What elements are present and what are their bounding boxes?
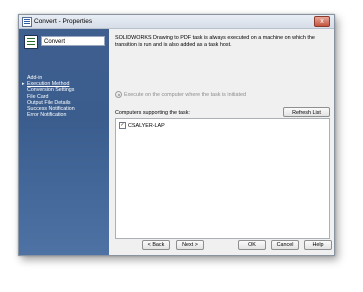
window-title: Convert - Properties	[34, 18, 93, 25]
list-item[interactable]: ✓ CSALYER-LAP	[119, 122, 165, 129]
computer-checkbox[interactable]: ✓	[119, 122, 126, 129]
main-panel: SOLIDWORKS Drawing to PDF task is always…	[110, 29, 334, 255]
back-button[interactable]: < Back	[142, 240, 170, 250]
task-checklist-icon	[24, 35, 38, 49]
next-button[interactable]: Next >	[176, 240, 204, 250]
computer-name: CSALYER-LAP	[128, 122, 165, 129]
cancel-button[interactable]: Cancel	[271, 240, 299, 250]
sidebar-nav: Add-in Execution Method Conversion Setti…	[22, 75, 75, 118]
sidebar: Convert Add-in Execution Method Conversi…	[19, 29, 109, 255]
close-button[interactable]: x	[314, 16, 330, 27]
properties-dialog: Convert - Properties x Convert Add-in Ex…	[18, 14, 335, 256]
properties-icon	[22, 17, 32, 27]
computers-label: Computers supporting the task:	[115, 110, 190, 116]
task-name-field[interactable]: Convert	[41, 36, 105, 46]
execute-option: Execute on the computer where the task i…	[115, 91, 246, 98]
title-bar[interactable]: Convert - Properties x	[19, 15, 334, 29]
dialog-footer: < Back Next > OK Cancel Help	[110, 233, 334, 255]
execute-option-radio[interactable]	[115, 91, 122, 98]
execute-option-label: Execute on the computer where the task i…	[124, 91, 246, 98]
computers-list[interactable]: ✓ CSALYER-LAP	[115, 118, 330, 239]
refresh-list-button[interactable]: Refresh List	[283, 107, 330, 117]
task-description: SOLIDWORKS Drawing to PDF task is always…	[115, 35, 315, 48]
close-icon: x	[320, 18, 324, 25]
help-button[interactable]: Help	[304, 240, 332, 250]
sidebar-item-error-notification[interactable]: Error Notification	[23, 112, 75, 118]
ok-button[interactable]: OK	[238, 240, 266, 250]
